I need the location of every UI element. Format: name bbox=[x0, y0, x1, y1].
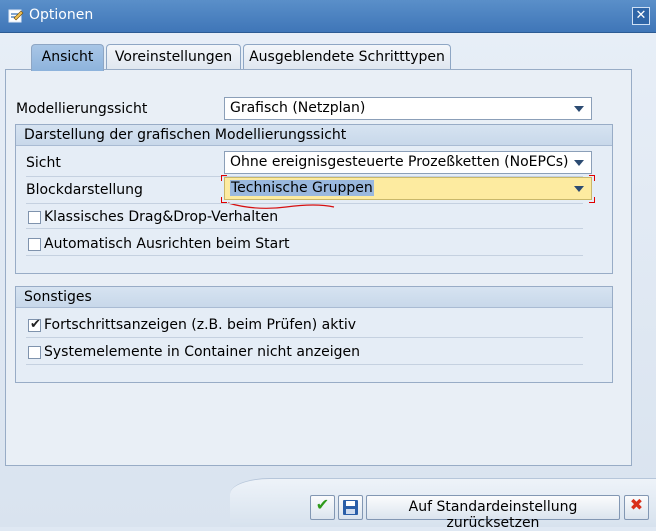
focus-marker bbox=[589, 197, 595, 203]
blockdarstellung-label: Blockdarstellung bbox=[26, 182, 143, 198]
focus-marker bbox=[221, 175, 227, 181]
divider bbox=[26, 255, 583, 256]
dropdown-value: Technische Gruppen bbox=[230, 180, 374, 196]
close-icon: ✕ bbox=[635, 8, 647, 23]
tab-label: Ausgeblendete Schritttypen bbox=[249, 49, 445, 65]
divider bbox=[26, 203, 583, 204]
chevron-down-icon[interactable] bbox=[574, 186, 584, 192]
save-button[interactable] bbox=[338, 495, 363, 520]
confirm-button[interactable]: ✔ bbox=[310, 495, 335, 520]
chevron-down-icon[interactable] bbox=[574, 160, 584, 166]
tab-ausgeblendete-schritttypen[interactable]: Ausgeblendete Schritttypen bbox=[243, 44, 451, 70]
options-dialog-icon bbox=[8, 9, 24, 23]
sicht-dropdown[interactable]: Ohne ereignisgesteuerte Prozeßketten (No… bbox=[224, 151, 592, 174]
checkbox-auto-ausrichten[interactable] bbox=[28, 238, 41, 251]
modellierungssicht-dropdown[interactable]: Grafisch (Netzplan) bbox=[224, 97, 592, 120]
divider bbox=[26, 364, 583, 365]
close-button[interactable]: ✕ bbox=[632, 7, 650, 25]
tab-label: Ansicht bbox=[41, 49, 94, 65]
group-header: Darstellung der grafischen Modellierungs… bbox=[16, 125, 612, 146]
checkbox-label: Systemelemente in Container nicht anzeig… bbox=[44, 344, 361, 360]
checkbox-label: Automatisch Ausrichten beim Start bbox=[44, 236, 290, 252]
tab-label: Voreinstellungen bbox=[114, 49, 233, 65]
chevron-down-icon[interactable] bbox=[574, 106, 584, 112]
checkbox-label: Klassisches Drag&Drop-Verhalten bbox=[44, 209, 279, 225]
checkbox-label: Fortschrittsanzeigen (z.B. beim Prüfen) … bbox=[44, 317, 357, 333]
tab-ansicht[interactable]: Ansicht bbox=[31, 44, 104, 71]
dropdown-value: Grafisch (Netzplan) bbox=[230, 100, 366, 116]
blockdarstellung-dropdown[interactable]: Technische Gruppen bbox=[224, 177, 592, 200]
group-header: Sonstiges bbox=[16, 287, 612, 308]
tab-voreinstellungen[interactable]: Voreinstellungen bbox=[106, 44, 241, 70]
sicht-label: Sicht bbox=[26, 155, 61, 171]
group-sonstiges: Sonstiges bbox=[15, 286, 613, 383]
check-icon: ✔ bbox=[315, 495, 330, 514]
checkbox-systemelemente[interactable] bbox=[28, 346, 41, 359]
cancel-icon: ✖ bbox=[629, 495, 644, 514]
window-title: Optionen bbox=[29, 7, 94, 23]
checkbox-drag-drop[interactable] bbox=[28, 211, 41, 224]
divider bbox=[26, 228, 583, 229]
checkbox-fortschrittsanzeigen[interactable]: ✔ bbox=[28, 317, 41, 332]
dropdown-value: Ohne ereignisgesteuerte Prozeßketten (No… bbox=[230, 154, 569, 170]
cancel-button[interactable]: ✖ bbox=[624, 495, 649, 520]
save-icon bbox=[343, 500, 358, 515]
title-bar: Optionen ✕ bbox=[0, 0, 656, 33]
checkmark-icon: ✔ bbox=[30, 317, 41, 332]
reset-defaults-button[interactable]: Auf Standardeinstellung zurücksetzen bbox=[366, 495, 620, 531]
modellierungssicht-label: Modellierungssicht bbox=[16, 101, 148, 117]
divider bbox=[26, 337, 583, 338]
focus-marker bbox=[589, 175, 595, 181]
